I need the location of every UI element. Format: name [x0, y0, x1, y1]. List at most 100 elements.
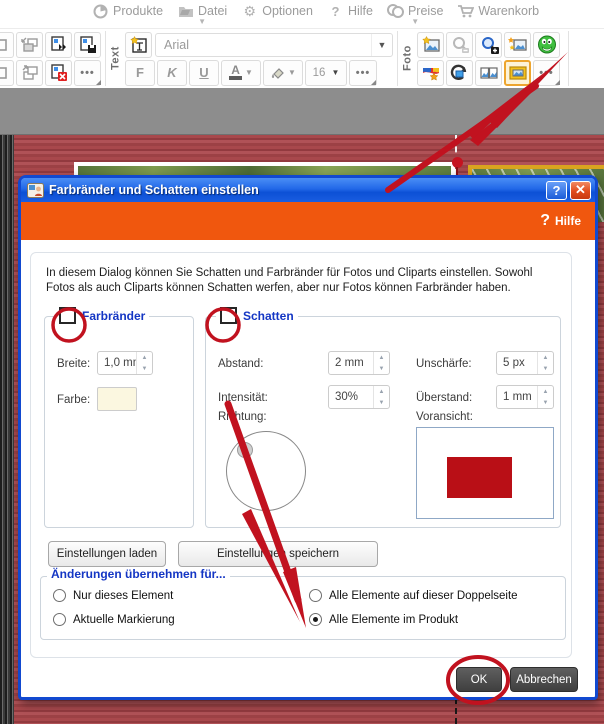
foto-more-button[interactable]: •••	[533, 59, 560, 86]
zoom-in-photo-button[interactable]	[475, 31, 502, 58]
foto-section: •••	[415, 29, 562, 88]
font-family-select[interactable]: Arial ▼	[155, 32, 393, 57]
spinner-arrows[interactable]: ▲ ▼	[373, 386, 389, 408]
cancel-button[interactable]: Abbrechen	[510, 667, 578, 692]
banner-help-link[interactable]: Hilfe	[555, 214, 581, 228]
radio-label: Alle Elemente im Produkt	[329, 613, 459, 626]
toolbar-button-partial[interactable]	[0, 59, 14, 86]
photo-pair-button[interactable]	[475, 59, 502, 86]
menu-hilfe[interactable]: ? Hilfe	[327, 0, 373, 22]
spinner-arrows[interactable]: ▲ ▼	[136, 352, 152, 374]
book-spine	[0, 135, 14, 724]
schatten-group: Schatten Abstand: 2 mm ▲ ▼ Intensität: 30…	[205, 307, 561, 528]
radio-alle-doppelseite[interactable]: Alle Elemente auf dieser Doppelseite	[309, 589, 518, 602]
menu-optionen[interactable]: ⚙ Optionen	[241, 0, 313, 22]
fill-color-button[interactable]: ▼	[263, 59, 303, 86]
apply-template-button[interactable]	[45, 31, 72, 58]
chevron-down-icon: ▼	[198, 17, 207, 26]
farbraender-checkbox[interactable]	[59, 307, 76, 324]
bold-button[interactable]: F	[125, 59, 155, 86]
spinner-arrows[interactable]: ▲ ▼	[537, 352, 553, 374]
delete-template-button[interactable]	[45, 59, 72, 86]
radio-icon[interactable]	[53, 613, 66, 626]
pie-chart-icon	[92, 4, 109, 19]
toolbar-separator	[397, 31, 398, 86]
close-icon: ✕	[575, 182, 586, 197]
radio-icon[interactable]	[53, 589, 66, 602]
voransicht-label: Voransicht:	[416, 411, 473, 423]
photo-frame-button[interactable]	[504, 59, 531, 86]
menu-datei[interactable]: Datei ▼	[177, 0, 227, 26]
dialog-app-icon	[27, 182, 44, 198]
delete-template-icon	[50, 63, 67, 81]
apply-scope-group: Änderungen übernehmen für... Nur dieses …	[40, 567, 566, 640]
bring-forward-button[interactable]	[16, 59, 43, 86]
radio-aktuelle-markierung[interactable]: Aktuelle Markierung	[53, 613, 175, 626]
text-more-button[interactable]: •••	[349, 59, 377, 86]
menu-preise[interactable]: Preise ▼	[386, 0, 443, 26]
font-color-button[interactable]: A ▼	[221, 59, 261, 86]
font-color-icon: A	[229, 64, 243, 80]
intensitaet-spinner[interactable]: 30% ▲ ▼	[328, 385, 390, 409]
farbraender-schatten-dialog: Farbränder und Schatten einstellen ? ✕ ?…	[18, 175, 598, 700]
menu-produkte[interactable]: Produkte	[92, 0, 163, 22]
spinner-arrows[interactable]: ▲ ▼	[537, 386, 553, 408]
intensitaet-value: 30%	[335, 391, 359, 403]
apply-template-icon	[50, 35, 66, 51]
save-settings-button[interactable]: Einstellungen speichern	[178, 541, 378, 567]
add-photo-button[interactable]	[417, 31, 444, 58]
text-group-label: Text	[109, 46, 122, 71]
farbraender-group: Farbränder Breite: 1,0 mm ▲▼ Farbe:	[44, 307, 194, 528]
direction-handle[interactable]	[237, 442, 253, 458]
radio-icon[interactable]	[309, 589, 322, 602]
apply-scope-legend: Änderungen übernehmen für...	[51, 567, 226, 581]
help-icon: ?	[331, 3, 340, 19]
new-text-button[interactable]	[125, 31, 152, 58]
radio-label: Aktuelle Markierung	[73, 613, 175, 626]
load-settings-button[interactable]: Einstellungen laden	[48, 541, 166, 567]
ok-button[interactable]: OK	[456, 667, 502, 692]
italic-button[interactable]: K	[157, 59, 187, 86]
dialog-titlebar[interactable]: Farbränder und Schatten einstellen ? ✕	[21, 178, 595, 202]
zoom-in-photo-icon	[481, 36, 499, 54]
photo-effects-button[interactable]	[504, 31, 531, 58]
rotate-photo-button[interactable]	[446, 59, 473, 86]
underline-button[interactable]: U	[189, 59, 219, 86]
dialog-close-button[interactable]: ✕	[570, 180, 591, 200]
menu-warenkorb[interactable]: Warenkorb	[457, 0, 539, 22]
radio-nur-dieses-element[interactable]: Nur dieses Element	[53, 589, 173, 602]
breite-spinner[interactable]: 1,0 mm ▲▼	[97, 351, 153, 375]
radio-alle-im-produkt[interactable]: Alle Elemente im Produkt	[309, 613, 458, 626]
ueberstand-spinner[interactable]: 1 mm ▲ ▼	[496, 385, 554, 409]
arrange-section: •••	[0, 29, 103, 88]
zoom-out-photo-button[interactable]	[446, 31, 473, 58]
send-backward-button[interactable]	[16, 31, 43, 58]
dialog-help-button[interactable]: ?	[546, 180, 567, 200]
smiley-button[interactable]	[533, 31, 560, 58]
spin-up-icon: ▲	[542, 388, 549, 395]
spinner-arrows[interactable]: ▲ ▼	[373, 352, 389, 374]
rotate-photo-icon	[450, 64, 466, 80]
abstand-spinner[interactable]: 2 mm ▲ ▼	[328, 351, 390, 375]
richtung-direction-dial[interactable]	[226, 431, 306, 511]
photo-style-button[interactable]	[417, 59, 444, 86]
unschaerfe-spinner[interactable]: 5 px ▲ ▼	[496, 351, 554, 375]
toolbar-button-partial[interactable]	[0, 31, 14, 58]
foto-group-label: Foto	[401, 45, 414, 72]
radio-label: Alle Elemente auf dieser Doppelseite	[329, 589, 518, 602]
save-template-button[interactable]	[74, 31, 101, 58]
bold-label: F	[136, 65, 144, 80]
cart-icon	[457, 4, 475, 19]
smiley-icon	[537, 35, 556, 54]
help-question-icon: ?	[540, 212, 550, 229]
schatten-checkbox[interactable]	[220, 307, 237, 324]
farbe-label: Farbe:	[57, 394, 91, 406]
radio-icon[interactable]	[309, 613, 322, 626]
menu-label: Hilfe	[347, 4, 373, 18]
farbe-color-swatch[interactable]	[97, 387, 137, 411]
main-toolbar: ••• Text Arial ▼ F K U A ▼ ▼ 16 ▼ ••• Fo…	[0, 28, 604, 88]
font-size-select[interactable]: 16 ▼	[305, 59, 347, 86]
dialog-title: Farbränder und Schatten einstellen	[49, 183, 259, 197]
chevron-down-icon: ▼	[371, 33, 392, 56]
arrange-more-button[interactable]: •••	[74, 59, 101, 86]
